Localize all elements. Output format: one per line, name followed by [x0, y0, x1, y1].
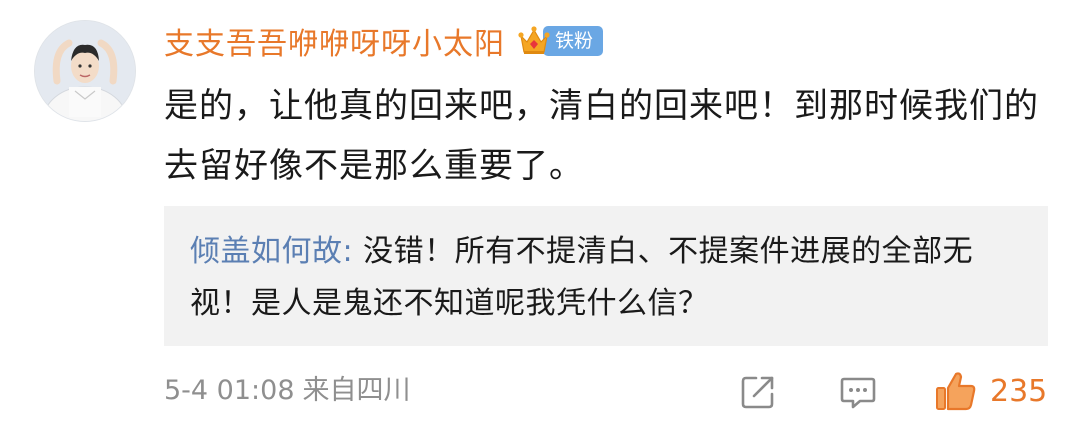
reply-preview[interactable]: 倾盖如何故: 没错！所有不提清白、不提案件进展的全部无视！是人是鬼还不知道呢我凭… — [164, 206, 1048, 346]
avatar-image — [35, 21, 135, 121]
fan-badge[interactable]: 铁粉 — [517, 24, 604, 58]
comment-icon[interactable] — [838, 372, 878, 412]
comment-header: 支支吾吾咿咿呀呀小太阳 铁粉 — [164, 18, 604, 64]
reply-content: 倾盖如何故: 没错！所有不提清白、不提案件进展的全部无视！是人是鬼还不知道呢我凭… — [190, 226, 1030, 330]
crown-icon — [517, 24, 551, 58]
like-button[interactable]: 235 — [934, 366, 1047, 416]
timestamp: 5-4 01:08 — [164, 375, 295, 406]
comment-text: 是的，让他真的回来吧，清白的回来吧！到那时候我们的去留好像不是那么重要了。 — [164, 86, 1039, 186]
reply-separator: : — [342, 234, 364, 269]
avatar[interactable] — [34, 20, 136, 122]
fan-badge-label: 铁粉 — [543, 26, 604, 56]
reply-author-link[interactable]: 倾盖如何故 — [190, 234, 343, 269]
comment-meta: 5-4 01:08 来自四川 — [164, 366, 411, 416]
share-icon[interactable] — [738, 372, 778, 412]
like-count: 235 — [990, 373, 1048, 409]
location-source: 来自四川 — [302, 375, 411, 406]
thumbs-up-icon — [934, 369, 978, 413]
comment-footer: 5-4 01:08 来自四川 235 — [164, 366, 1048, 416]
username-link[interactable]: 支支吾吾咿咿呀呀小太阳 — [164, 19, 505, 63]
